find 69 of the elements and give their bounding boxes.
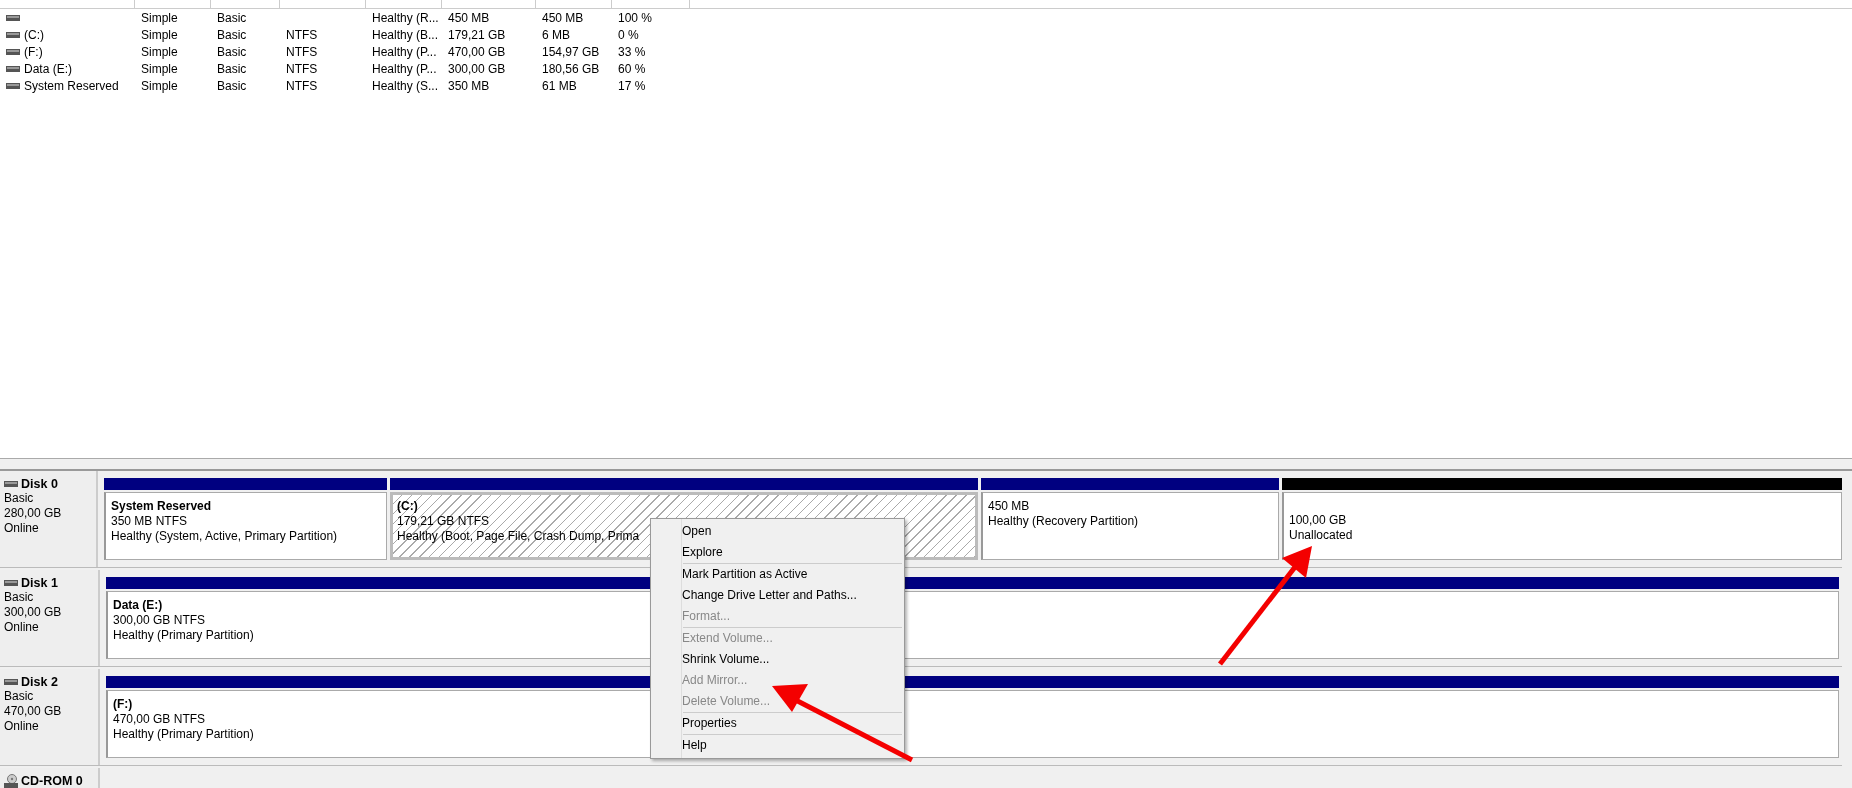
table-cell: Simple: [141, 61, 178, 76]
disk-name: Disk 1: [21, 576, 58, 590]
table-cell: 33 %: [618, 44, 646, 59]
table-cell: NTFS: [286, 61, 318, 76]
drive-icon: [4, 679, 18, 685]
table-cell: Basic: [217, 61, 247, 76]
table-cell: 0 %: [618, 27, 639, 42]
table-cell: 154,97 GB: [542, 44, 600, 59]
table-cell: 300,00 GB: [448, 61, 506, 76]
table-cell: 470,00 GB: [448, 44, 506, 59]
menu-item[interactable]: Properties: [651, 713, 904, 734]
drive-icon: [4, 481, 18, 487]
partition-block[interactable]: 450 MB Healthy (Recovery Partition): [981, 492, 1279, 560]
disk-status: Online: [4, 620, 40, 635]
drive-icon: [6, 82, 20, 89]
table-cell: System Reserved: [24, 78, 119, 93]
disk-type: Basic: [4, 491, 35, 506]
table-cell: 180,56 GB: [542, 61, 600, 76]
pane-splitter[interactable]: [0, 458, 1852, 471]
menu-item[interactable]: Mark Partition as Active: [651, 564, 904, 585]
table-cell: 179,21 GB: [448, 27, 506, 42]
table-cell: Healthy (P...: [372, 61, 437, 76]
disk-size: 280,00 GB: [4, 506, 63, 521]
menu-item[interactable]: Explore: [651, 542, 904, 563]
table-cell: NTFS: [286, 78, 318, 93]
menu-item[interactable]: Open: [651, 521, 904, 542]
table-cell: 17 %: [618, 78, 646, 93]
table-cell: NTFS: [286, 44, 318, 59]
disk-size: 300,00 GB: [4, 605, 63, 620]
drive-icon: [4, 580, 18, 586]
disc-drive-icon: [4, 774, 18, 788]
menu-item[interactable]: Help: [651, 735, 904, 756]
disk-name: Disk 0: [21, 477, 58, 491]
disk-name: CD-ROM 0: [21, 774, 83, 788]
table-cell: Healthy (B...: [372, 27, 439, 42]
table-cell: Basic: [217, 78, 247, 93]
table-cell: Data (E:): [24, 61, 72, 76]
table-cell: 450 MB: [448, 10, 490, 25]
table-cell: Basic: [217, 44, 247, 59]
table-cell: 450 MB: [542, 10, 584, 25]
partition-block[interactable]: 100,00 GB Unallocated: [1282, 492, 1842, 560]
disk-size: 470,00 GB: [4, 704, 63, 719]
drive-icon: [6, 14, 20, 21]
table-cell: Simple: [141, 27, 178, 42]
table-cell: 350 MB: [448, 78, 490, 93]
disk-status: Online: [4, 521, 40, 536]
table-cell: Healthy (P...: [372, 44, 437, 59]
table-cell: Basic: [217, 27, 247, 42]
table-cell: Simple: [141, 78, 178, 93]
disk-type: Basic: [4, 689, 35, 704]
table-cell: (F:): [24, 44, 43, 59]
drive-icon: [6, 65, 20, 72]
drive-icon: [6, 31, 20, 38]
table-cell: Healthy (R...: [372, 10, 439, 25]
table-cell: 100 %: [618, 10, 653, 25]
table-cell: Healthy (S...: [372, 78, 439, 93]
drive-icon: [6, 48, 20, 55]
disk-type: Basic: [4, 590, 35, 605]
table-cell: Simple: [141, 44, 178, 59]
disk-name: Disk 2: [21, 675, 58, 689]
table-cell: (C:): [24, 27, 44, 42]
table-cell: 6 MB: [542, 27, 570, 42]
disk-status: Online: [4, 719, 40, 734]
table-cell: 61 MB: [542, 78, 577, 93]
partition-block[interactable]: System Reserved 350 MB NTFS Healthy (System, Active, Primary Partition): [104, 492, 387, 560]
table-cell: NTFS: [286, 27, 318, 42]
table-cell: Basic: [217, 10, 247, 25]
table-cell: 60 %: [618, 61, 646, 76]
table-cell: Simple: [141, 10, 178, 25]
